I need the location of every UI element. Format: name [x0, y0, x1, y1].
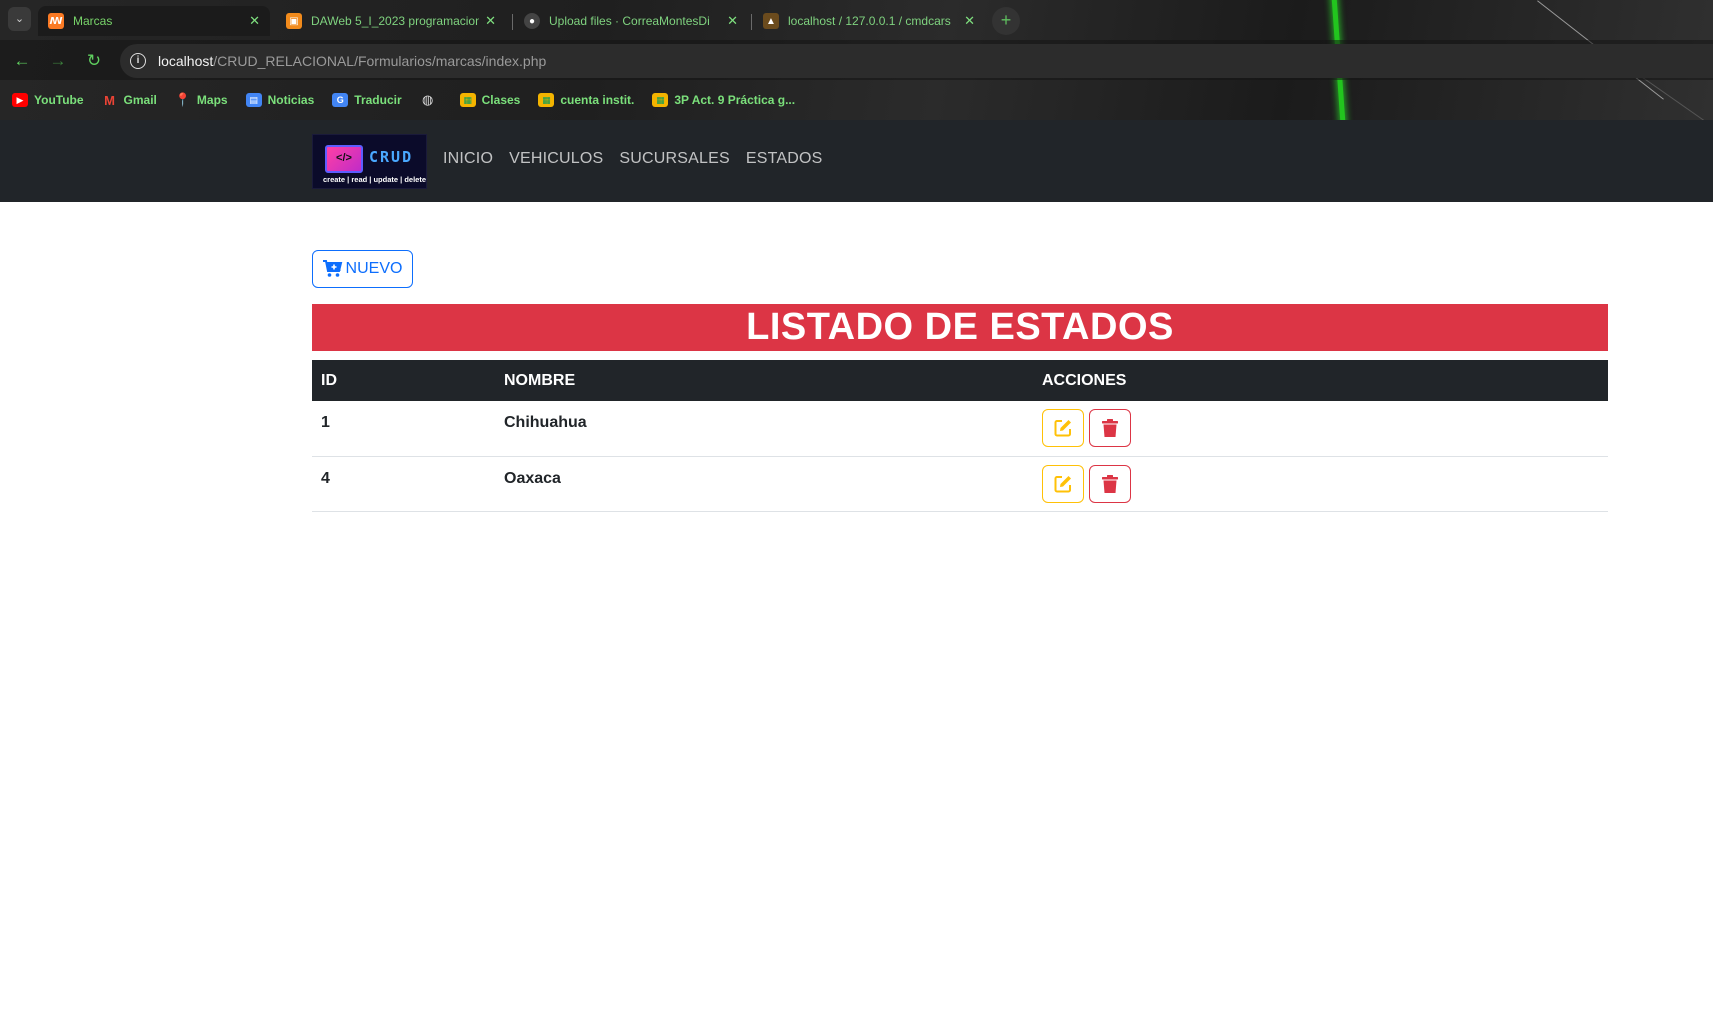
header-acciones: ACCIONES	[1033, 360, 1608, 401]
nav-link-estados[interactable]: ESTADOS	[746, 150, 823, 168]
new-button-label: NUEVO	[345, 260, 403, 277]
close-icon[interactable]: ✕	[485, 13, 496, 29]
browser-chrome: ⌄ ꟿ Marcas ✕ ▣ DAWeb 5_I_2023 programaci…	[0, 0, 1713, 120]
tab-daweb[interactable]: ▣ DAWeb 5_I_2023 programacion ✕	[276, 6, 506, 36]
tab-search-button[interactable]: ⌄	[8, 7, 31, 31]
nav-links: INICIO VEHICULOS SUCURSALES ESTADOS	[443, 150, 839, 168]
code-screen-icon: </>	[325, 145, 363, 173]
address-bar[interactable]: i localhost/CRUD_RELACIONAL/Formularios/…	[120, 44, 1713, 78]
bookmark-traducir[interactable]: G Traducir	[332, 93, 402, 107]
brand-word: CRUD	[369, 148, 414, 166]
site-info-icon[interactable]: i	[130, 53, 146, 69]
estados-table: ID NOMBRE ACCIONES 1 Chihuahua 4 Oaxaca	[312, 360, 1608, 512]
back-icon[interactable]: ←	[11, 50, 33, 72]
browser-toolbar: ← → ↻ i localhost/CRUD_RELACIONAL/Formul…	[0, 40, 1713, 80]
page-title-banner: LISTADO DE ESTADOS	[312, 304, 1608, 351]
document-icon: ▣	[286, 13, 302, 29]
bookmark-globe[interactable]: ◍	[420, 92, 442, 107]
table-row: 4 Oaxaca	[312, 456, 1608, 512]
bookmark-youtube[interactable]: ▶ YouTube	[12, 93, 84, 107]
nav-link-vehiculos[interactable]: VEHICULOS	[509, 150, 603, 168]
header-id: ID	[312, 360, 495, 401]
classroom-icon: ▦	[538, 93, 555, 107]
bookmark-gmail[interactable]: M Gmail	[102, 92, 157, 108]
classroom-icon: ▦	[459, 93, 476, 107]
forward-icon[interactable]: →	[47, 50, 69, 72]
gmail-icon: M	[104, 92, 115, 108]
cell-actions	[1033, 456, 1608, 512]
trash-icon	[1102, 419, 1118, 437]
delete-button[interactable]	[1089, 464, 1131, 503]
tab-separator	[512, 14, 513, 30]
maps-icon: 📍	[174, 92, 191, 107]
tab-upload-files[interactable]: ● Upload files · CorreaMontesDi ✕	[514, 6, 748, 36]
translate-icon: G	[332, 93, 349, 107]
bookmark-3p-act[interactable]: ▦ 3P Act. 9 Práctica g...	[652, 93, 795, 107]
phpmyadmin-icon: ▲	[763, 13, 779, 29]
brand-logo[interactable]: </> CRUD create | read | update | delete	[312, 134, 427, 189]
tab-phpmyadmin[interactable]: ▲ localhost / 127.0.0.1 / cmdcars ✕	[753, 6, 985, 36]
cell-nombre: Oaxaca	[495, 456, 1033, 512]
xampp-icon: ꟿ	[48, 13, 64, 29]
bookmark-cuenta-instit[interactable]: ▦ cuenta instit.	[538, 93, 634, 107]
new-tab-button[interactable]: +	[992, 7, 1020, 35]
close-icon[interactable]: ✕	[964, 13, 975, 29]
edit-icon	[1054, 475, 1071, 492]
bookmark-maps[interactable]: 📍 Maps	[174, 92, 228, 107]
url-text[interactable]: localhost/CRUD_RELACIONAL/Formularios/ma…	[158, 53, 546, 69]
edit-icon	[1054, 420, 1071, 437]
header-nombre: NOMBRE	[495, 360, 1033, 401]
bookmarks-bar: ▶ YouTube M Gmail 📍 Maps ▤ Noticias G Tr…	[0, 84, 1713, 116]
close-icon[interactable]: ✕	[727, 13, 738, 29]
classroom-icon: ▦	[652, 93, 669, 107]
globe-icon: ◍	[421, 92, 434, 107]
cart-plus-icon	[322, 260, 342, 277]
cell-id: 4	[312, 456, 495, 512]
delete-button[interactable]	[1089, 409, 1131, 447]
cell-actions	[1033, 401, 1608, 457]
edit-button[interactable]	[1042, 464, 1084, 503]
news-icon: ▤	[245, 93, 262, 107]
tab-separator	[751, 14, 752, 30]
new-button[interactable]: NUEVO	[312, 250, 413, 288]
edit-button[interactable]	[1042, 409, 1084, 447]
page-title: LISTADO DE ESTADOS	[746, 306, 1174, 348]
nav-link-sucursales[interactable]: SUCURSALES	[619, 150, 729, 168]
close-icon[interactable]: ✕	[249, 13, 260, 29]
youtube-icon: ▶	[12, 93, 28, 107]
bookmark-clases[interactable]: ▦ Clases	[459, 93, 520, 107]
cell-id: 1	[312, 401, 495, 457]
table-header-row: ID NOMBRE ACCIONES	[312, 360, 1608, 401]
cell-nombre: Chihuahua	[495, 401, 1033, 457]
table-row: 1 Chihuahua	[312, 401, 1608, 457]
github-icon: ●	[524, 13, 540, 29]
app-navbar: </> CRUD create | read | update | delete…	[0, 120, 1713, 202]
bookmark-noticias[interactable]: ▤ Noticias	[245, 93, 314, 107]
tab-marcas[interactable]: ꟿ Marcas ✕	[38, 6, 270, 36]
tab-strip: ⌄ ꟿ Marcas ✕ ▣ DAWeb 5_I_2023 programaci…	[0, 0, 1713, 40]
nav-link-inicio[interactable]: INICIO	[443, 150, 493, 168]
trash-icon	[1102, 474, 1118, 493]
reload-icon[interactable]: ↻	[83, 50, 105, 72]
brand-tagline: create | read | update | delete	[323, 175, 427, 184]
